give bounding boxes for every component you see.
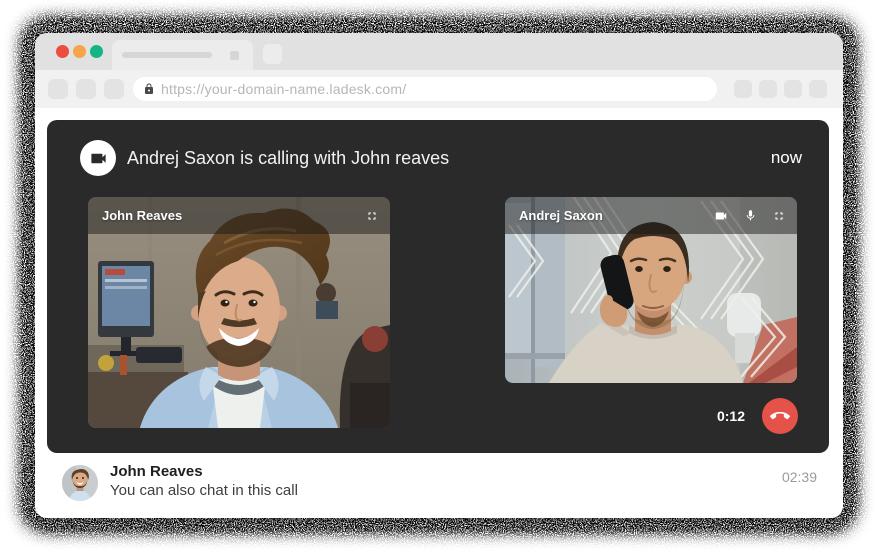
tab-title-placeholder (122, 52, 212, 58)
tab-close-icon[interactable] (230, 51, 239, 60)
back-button[interactable] (48, 79, 68, 99)
video-overlay-bar: John Reaves (88, 197, 390, 234)
call-title: Andrej Saxon is calling with John reaves (127, 140, 449, 176)
window-zoom-button[interactable] (90, 45, 103, 58)
extension-button-2[interactable] (759, 80, 777, 98)
window-close-button[interactable] (56, 45, 69, 58)
page-content: Andrej Saxon is calling with John reaves… (35, 108, 843, 518)
lock-icon (143, 83, 155, 95)
forward-button[interactable] (76, 79, 96, 99)
chat-message-text: You can also chat in this call (110, 482, 298, 499)
video-label-john: John Reaves (102, 208, 182, 223)
browser-window: https://your-domain-name.ladesk.com/ And… (35, 33, 843, 518)
microphone-icon[interactable] (744, 209, 757, 222)
fullscreen-icon[interactable] (773, 210, 785, 222)
avatar (62, 465, 98, 501)
window-minimize-button[interactable] (73, 45, 86, 58)
avatar-image (62, 465, 98, 501)
video-overlay-bar: Andrej Saxon (505, 197, 797, 234)
call-timestamp: now (771, 140, 802, 176)
call-end-icon (770, 406, 790, 426)
browser-toolbar: https://your-domain-name.ladesk.com/ (35, 70, 843, 108)
call-panel: Andrej Saxon is calling with John reaves… (47, 120, 829, 453)
video-tile-john: John Reaves (88, 197, 390, 428)
extension-button-3[interactable] (784, 80, 802, 98)
camera-icon[interactable] (714, 209, 728, 223)
browser-menu-button[interactable] (809, 80, 827, 98)
new-tab-button[interactable] (263, 44, 282, 64)
hangup-button[interactable] (762, 398, 798, 434)
url-text: https://your-domain-name.ladesk.com/ (161, 81, 406, 97)
browser-titlebar (35, 33, 843, 70)
fullscreen-icon[interactable] (366, 210, 378, 222)
browser-tab-active[interactable] (112, 40, 253, 70)
reload-button[interactable] (104, 79, 124, 99)
address-bar[interactable]: https://your-domain-name.ladesk.com/ (133, 77, 717, 101)
chat-timestamp: 02:39 (782, 469, 817, 485)
page-background: https://your-domain-name.ladesk.com/ And… (0, 0, 877, 560)
call-timer: 0:12 (717, 398, 745, 434)
extension-button-1[interactable] (734, 80, 752, 98)
chat-author: John Reaves (110, 463, 203, 480)
video-call-icon (80, 140, 116, 176)
video-tile-andrej: Andrej Saxon (505, 197, 797, 383)
video-label-andrej: Andrej Saxon (519, 208, 603, 223)
